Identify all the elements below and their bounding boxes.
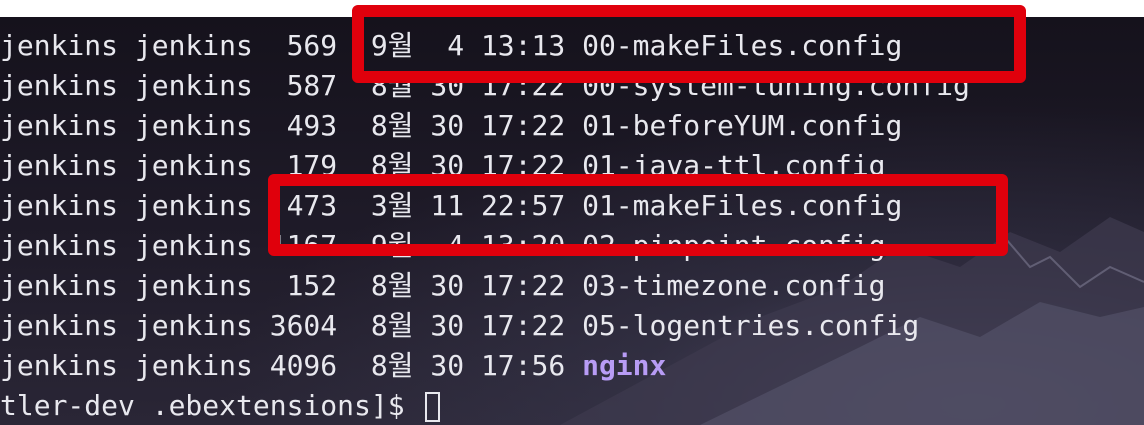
row-filename: 05-logentries.config: [582, 309, 920, 342]
row-group: jenkins: [134, 269, 270, 302]
row-time: 17:56: [480, 349, 583, 382]
row-owner: jenkins: [0, 149, 135, 182]
text-cursor[interactable]: [425, 392, 441, 422]
listing-row: jenkins jenkins 493 8월 30 17:22 01-befor…: [0, 106, 902, 146]
row-month: 8월: [370, 309, 431, 342]
row-time: 17:22: [480, 269, 583, 302]
row-owner: jenkins: [0, 109, 135, 142]
row-group: jenkins: [134, 229, 270, 262]
row-filename: 03-timezone.config: [582, 269, 886, 302]
row-group: jenkins: [134, 309, 270, 342]
listing-row: jenkins jenkins 152 8월 30 17:22 03-timez…: [0, 266, 886, 306]
row-group: jenkins: [134, 349, 270, 382]
row-day: 30: [430, 349, 481, 382]
row-group: jenkins: [134, 189, 270, 222]
listing-row: jenkins jenkins 4096 8월 30 17:56 nginx: [0, 346, 666, 386]
shell-prompt: tler-dev .ebextensions]$: [0, 389, 422, 422]
row-owner: jenkins: [0, 189, 135, 222]
highlight-box-makefiles-01: [268, 174, 1008, 256]
row-owner: jenkins: [0, 29, 135, 62]
row-owner: jenkins: [0, 349, 135, 382]
row-group: jenkins: [134, 109, 270, 142]
row-size: 152: [269, 269, 371, 302]
row-month: 8월: [370, 269, 431, 302]
row-filename: 01-beforeYUM.config: [582, 109, 903, 142]
row-owner: jenkins: [0, 309, 135, 342]
row-day: 30: [430, 109, 481, 142]
row-month: 8월: [370, 109, 431, 142]
highlight-box-makefiles-00: [352, 5, 1026, 83]
row-size: 3604: [269, 309, 371, 342]
row-owner: jenkins: [0, 229, 135, 262]
row-owner: jenkins: [0, 69, 135, 102]
row-time: 17:22: [480, 109, 583, 142]
row-size: 493: [269, 109, 371, 142]
row-group: jenkins: [134, 149, 270, 182]
row-day: 30: [430, 269, 481, 302]
row-day: 30: [430, 309, 481, 342]
row-month: 8월: [370, 349, 431, 382]
row-size: 4096: [269, 349, 371, 382]
row-time: 17:22: [480, 309, 583, 342]
row-group: jenkins: [134, 29, 270, 62]
shell-prompt-line: tler-dev .ebextensions]$: [0, 386, 441, 425]
listing-row: jenkins jenkins 3604 8월 30 17:22 05-loge…: [0, 306, 919, 346]
row-directory-name: nginx: [582, 349, 667, 382]
row-group: jenkins: [134, 69, 270, 102]
row-owner: jenkins: [0, 269, 135, 302]
